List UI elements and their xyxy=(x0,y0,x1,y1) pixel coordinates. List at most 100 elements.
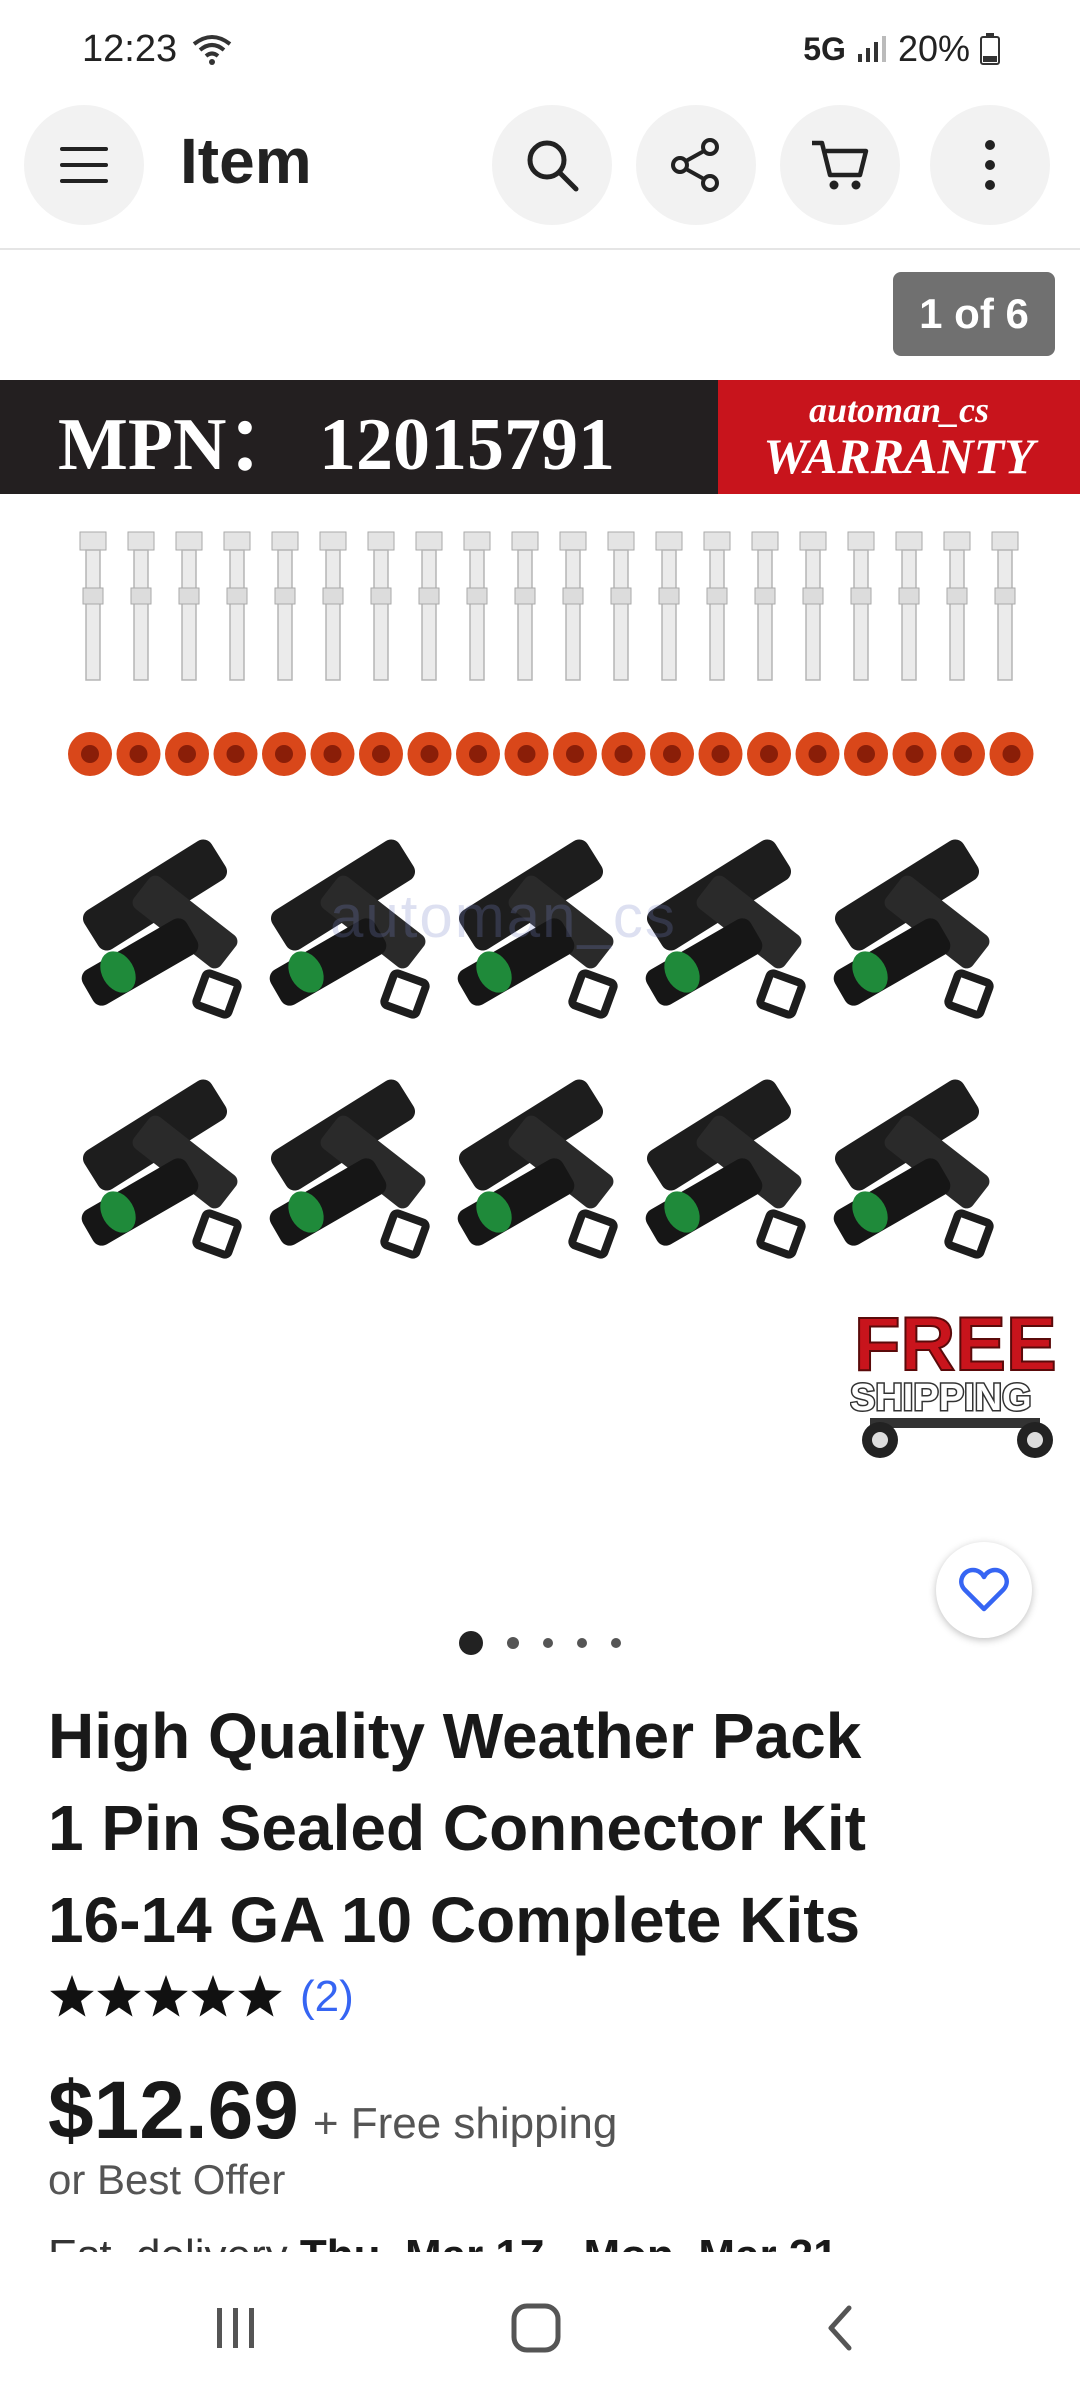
star-icon xyxy=(50,1975,94,2017)
product-image-gallery[interactable]: 1 of 6 MPN： 12015791 automan_cs WARRANTY… xyxy=(0,252,1080,1638)
item-title: High Quality Weather Pack 1 Pin Sealed C… xyxy=(48,1690,948,1966)
share-button[interactable] xyxy=(636,105,756,225)
seal xyxy=(262,732,306,776)
home-button[interactable] xyxy=(476,2288,596,2368)
connector-kit xyxy=(81,839,242,1019)
battery-icon xyxy=(980,33,1000,65)
carousel-dot xyxy=(543,1638,553,1648)
seal xyxy=(456,732,500,776)
seal xyxy=(650,732,694,776)
terminal-pin xyxy=(223,531,251,681)
terminal-pin xyxy=(127,531,155,681)
search-icon xyxy=(527,140,579,192)
wifi-icon xyxy=(192,35,232,65)
seal xyxy=(892,732,937,776)
mpn-banner: MPN： 12015791 automan_cs WARRANTY xyxy=(0,380,1080,494)
carousel-indicator xyxy=(0,1628,1080,1658)
rating-stars xyxy=(50,1975,282,2017)
star-icon xyxy=(97,1975,141,2017)
delivery-estimate: Est. delivery Thu, Mar 17 - Mon, Mar 21 xyxy=(48,2226,1048,2252)
terminal-pin xyxy=(175,531,203,681)
seal xyxy=(989,732,1034,776)
star-icon xyxy=(191,1975,235,2017)
terminal-pin xyxy=(991,531,1019,681)
connector-kit xyxy=(81,1079,242,1259)
item-title-line: 1 Pin Sealed Connector Kit xyxy=(48,1792,866,1864)
terminal-pin xyxy=(415,531,443,681)
seal xyxy=(698,732,743,776)
hamburger-icon xyxy=(60,147,108,183)
terminal-pin xyxy=(559,531,587,681)
seal xyxy=(165,732,209,776)
shipping-info: + Free shipping xyxy=(312,2099,618,2148)
share-icon xyxy=(671,138,719,192)
page-title: Item xyxy=(180,125,312,197)
watch-button[interactable] xyxy=(936,1542,1032,1638)
free-shipping-line1: FREE xyxy=(854,1302,1057,1387)
terminal-pin xyxy=(463,531,491,681)
terminal-pin xyxy=(607,531,635,681)
seal xyxy=(553,732,597,776)
terminal-pin xyxy=(655,531,683,681)
terminal-pin xyxy=(79,531,107,681)
system-nav-bar xyxy=(0,2256,1080,2400)
warranty-brand: automan_cs xyxy=(808,389,990,430)
price: $12.69 xyxy=(48,2065,299,2156)
watermark-text: automan_cs xyxy=(330,883,677,950)
signal-icon xyxy=(857,36,886,62)
terminal-pin xyxy=(751,531,779,681)
status-right: 5G 20% xyxy=(803,28,1000,70)
seal xyxy=(68,732,112,776)
terminal-pin xyxy=(703,531,731,681)
rating-count[interactable]: (2) xyxy=(300,1972,354,2022)
terminal-pin xyxy=(319,531,347,681)
connector-kit xyxy=(833,839,994,1019)
terminal-pin xyxy=(367,531,395,681)
more-options-button[interactable] xyxy=(930,105,1050,225)
seal xyxy=(407,732,452,776)
seal xyxy=(213,732,258,776)
item-title-line: 16-14 GA 10 Complete Kits xyxy=(48,1884,861,1956)
terminal-pin xyxy=(847,531,875,681)
search-button[interactable] xyxy=(492,105,612,225)
free-shipping-badge: FREE SHIPPING xyxy=(850,1302,1058,1458)
cart-button[interactable] xyxy=(780,105,900,225)
price-row: $12.69 + Free shipping xyxy=(48,2064,617,2158)
warranty-text: WARRANTY xyxy=(763,427,1035,484)
mpn-label: MPN： 12015791 xyxy=(0,380,718,494)
more-vertical-icon xyxy=(985,140,995,190)
terminal-pin xyxy=(799,531,827,681)
seal xyxy=(795,732,840,776)
carousel-dot xyxy=(507,1637,519,1649)
recents-button[interactable] xyxy=(176,2288,296,2368)
terminal-pin xyxy=(271,531,299,681)
seal xyxy=(941,732,985,776)
seals-image xyxy=(68,732,1034,776)
terminal-pins-image xyxy=(79,531,1019,681)
delivery-label: Est. delivery xyxy=(48,2231,288,2252)
seal xyxy=(116,732,161,776)
back-button[interactable] xyxy=(780,2288,900,2368)
warranty-label: automan_cs WARRANTY xyxy=(718,380,1080,494)
app-bar: Item xyxy=(0,100,1080,250)
menu-button[interactable] xyxy=(24,105,144,225)
best-offer-text: or Best Offer xyxy=(48,2156,286,2203)
status-time: 12:23 xyxy=(82,28,178,70)
connector-kit xyxy=(457,1079,618,1259)
item-title-line: High Quality Weather Pack xyxy=(48,1700,862,1772)
home-icon xyxy=(511,2303,561,2353)
cart-icon xyxy=(812,140,869,190)
carousel-dot xyxy=(577,1638,587,1648)
seal xyxy=(601,732,646,776)
terminal-pin xyxy=(511,531,539,681)
seal xyxy=(504,732,549,776)
status-bar: 12:23 5G 20% xyxy=(0,0,1080,100)
rating[interactable]: (2) xyxy=(48,1972,354,2022)
network-label: 5G xyxy=(803,30,846,67)
star-icon xyxy=(238,1975,282,2017)
carousel-dot xyxy=(459,1631,483,1655)
seal xyxy=(844,732,888,776)
delivery-dates: Thu, Mar 17 - Mon, Mar 21 xyxy=(300,2231,838,2252)
connector-kit xyxy=(833,1079,994,1259)
star-icon xyxy=(144,1975,188,2017)
